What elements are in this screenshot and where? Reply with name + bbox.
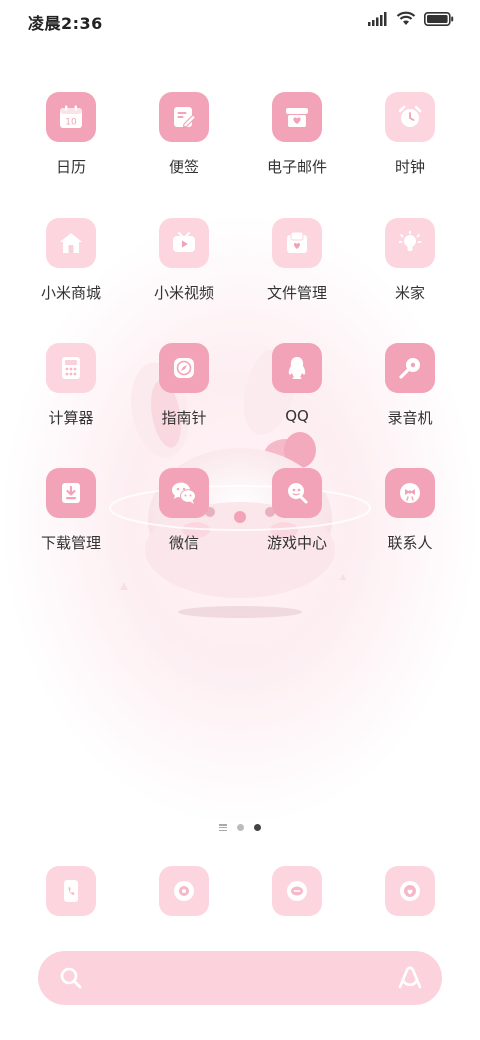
page-indicator[interactable] <box>0 824 480 831</box>
app-label: 计算器 <box>48 409 94 427</box>
search-icon[interactable] <box>58 965 84 995</box>
folder-icon <box>272 218 322 268</box>
app-qq[interactable]: QQ <box>242 343 352 425</box>
app-label: 联系人 <box>387 534 433 552</box>
app-notes[interactable]: 便签 <box>129 92 239 177</box>
status-time: 凌晨2:36 <box>28 14 103 33</box>
app-calendar[interactable]: 10 日历 <box>16 92 126 177</box>
app-clock[interactable]: 时钟 <box>355 92 465 177</box>
phone-icon[interactable] <box>46 866 96 916</box>
status-icons <box>368 11 454 30</box>
microphone-icon <box>385 343 435 393</box>
lightbulb-icon <box>385 218 435 268</box>
app-label: QQ <box>285 407 309 425</box>
app-label: 米家 <box>394 284 425 302</box>
calendar-icon: 10 <box>46 92 96 142</box>
contacts-icon <box>385 468 435 518</box>
app-label: 微信 <box>168 534 199 552</box>
wechat-icon <box>159 468 209 518</box>
app-file-manager[interactable]: 文件管理 <box>242 218 352 303</box>
browser-icon[interactable] <box>385 866 435 916</box>
message-icon[interactable] <box>272 866 322 916</box>
app-label: 时钟 <box>394 158 425 176</box>
signal-icon <box>368 11 388 30</box>
app-mi-store[interactable]: 小米商城 <box>16 218 126 303</box>
app-label: 录音机 <box>387 409 433 427</box>
app-label: 电子邮件 <box>266 158 327 176</box>
calendar-day-text: 10 <box>65 118 77 128</box>
calculator-icon <box>46 343 96 393</box>
camera-icon[interactable] <box>159 866 209 916</box>
app-game-center[interactable]: 游戏中心 <box>242 468 352 553</box>
app-mail[interactable]: 电子邮件 <box>242 92 352 177</box>
game-icon <box>272 468 322 518</box>
app-label: 游戏中心 <box>266 534 327 552</box>
clock-icon <box>385 92 435 142</box>
app-label: 指南针 <box>161 409 207 427</box>
page-dot-active[interactable] <box>254 824 261 831</box>
assistant-icon[interactable] <box>396 964 424 996</box>
notes-icon <box>159 92 209 142</box>
app-mijia[interactable]: 米家 <box>355 218 465 303</box>
app-calculator[interactable]: 计算器 <box>16 343 126 428</box>
search-bar[interactable] <box>38 951 442 1005</box>
app-label: 小米商城 <box>40 284 101 302</box>
app-wechat[interactable]: 微信 <box>129 468 239 553</box>
download-icon <box>46 468 96 518</box>
app-recorder[interactable]: 录音机 <box>355 343 465 428</box>
app-label: 文件管理 <box>266 284 327 302</box>
wifi-icon <box>396 11 416 30</box>
video-icon <box>159 218 209 268</box>
app-contacts[interactable]: 联系人 <box>355 468 465 553</box>
app-download-manager[interactable]: 下载管理 <box>16 468 126 553</box>
app-label: 便签 <box>168 158 199 176</box>
app-label: 小米视频 <box>153 284 214 302</box>
page-dot[interactable] <box>237 824 244 831</box>
qq-penguin-icon <box>272 343 322 393</box>
compass-icon <box>159 343 209 393</box>
app-compass[interactable]: 指南针 <box>129 343 239 428</box>
app-label: 下载管理 <box>40 534 101 552</box>
mail-icon <box>272 92 322 142</box>
page-indicator-menu-icon[interactable] <box>219 824 227 831</box>
app-mi-video[interactable]: 小米视频 <box>129 218 239 303</box>
app-label: 日历 <box>55 158 86 176</box>
store-icon <box>46 218 96 268</box>
status-bar: 凌晨2:36 <box>0 0 480 40</box>
battery-icon <box>424 11 454 30</box>
